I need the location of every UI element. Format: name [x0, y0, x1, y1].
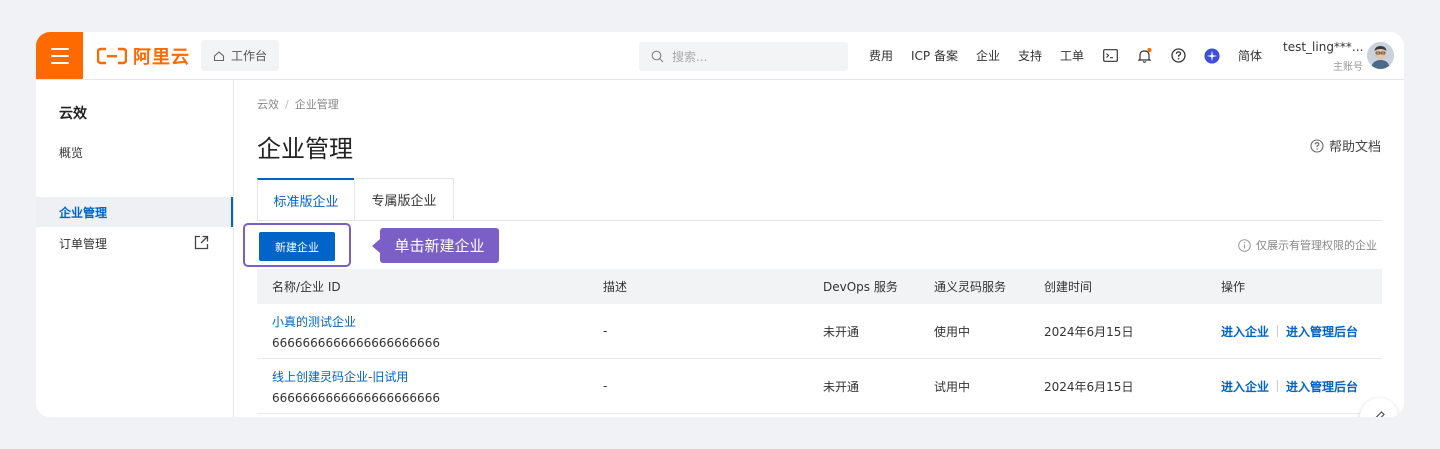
page-title: 企业管理	[257, 135, 353, 163]
enterprise-name-link[interactable]: 线上创建灵码企业-旧试用	[272, 368, 440, 385]
sidebar-title: 云效	[59, 106, 87, 122]
enter-enterprise-link[interactable]: 进入企业	[1221, 323, 1269, 340]
pen-icon	[1375, 411, 1385, 417]
cell-name: 小真的测试企业 6666666666666666666666	[272, 304, 440, 358]
enter-enterprise-link[interactable]: 进入企业	[1221, 378, 1269, 395]
cell-actions: 进入企业 进入管理后台	[1221, 359, 1358, 413]
table-row: 线上创建灵码企业-旧试用 6666666666666666666666 - 未开…	[257, 359, 1382, 414]
sidebar: 云效 概览 企业管理 订单管理	[36, 80, 234, 417]
tab-dedicated-enterprise[interactable]: 专属版企业	[354, 178, 454, 219]
cell-devops: 未开通	[823, 324, 860, 339]
tab-label: 标准版企业	[273, 194, 339, 210]
cell-created-time: 2024年6月15日	[1044, 324, 1134, 339]
avatar[interactable]	[1367, 42, 1394, 69]
table-row: 小真的测试企业 6666666666666666666666 - 未开通 使用中…	[257, 304, 1382, 359]
tab-standard-enterprise[interactable]: 标准版企业	[257, 178, 355, 220]
column-header-actions: 操作	[1221, 280, 1246, 294]
enterprise-name-link[interactable]: 小真的测试企业	[272, 313, 440, 330]
column-header-devops: DevOps 服务	[823, 280, 898, 294]
breadcrumb-item-yunxiao[interactable]: 云效	[257, 98, 279, 111]
enter-admin-console-link[interactable]: 进入管理后台	[1286, 378, 1358, 395]
search-input[interactable]	[670, 48, 824, 65]
nav-link-billing[interactable]: 费用	[869, 47, 893, 64]
column-header-description: 描述	[603, 280, 628, 294]
enterprise-id: 6666666666666666666666	[272, 335, 440, 350]
search-box[interactable]	[639, 42, 848, 71]
info-icon	[1238, 238, 1251, 252]
app-icon[interactable]	[1204, 47, 1220, 64]
user-info[interactable]: test_ling***... 主账号	[1283, 40, 1363, 73]
sidebar-item-order-management[interactable]: 订单管理	[36, 228, 233, 258]
cell-name: 线上创建灵码企业-旧试用 6666666666666666666666	[272, 359, 440, 413]
help-docs-link[interactable]: 帮助文档	[1310, 136, 1381, 155]
new-enterprise-button[interactable]: 新建企业	[259, 232, 335, 261]
sidebar-item-enterprise-management[interactable]: 企业管理	[36, 197, 233, 227]
terminal-icon[interactable]	[1102, 48, 1118, 64]
column-header-lingma: 通义灵码服务	[934, 280, 1007, 294]
cell-lingma: 试用中	[934, 379, 971, 394]
tab-bar: 标准版企业 专属版企业	[257, 178, 1382, 221]
nav-link-support[interactable]: 支持	[1018, 47, 1042, 64]
top-nav-links: 费用 ICP 备案 企业 支持 工单 简体	[869, 32, 1280, 79]
enter-admin-console-link[interactable]: 进入管理后台	[1286, 323, 1358, 340]
action-divider	[1277, 380, 1279, 392]
workbench-label: 工作台	[230, 49, 267, 63]
new-enterprise-highlight: 新建企业	[243, 223, 351, 267]
home-icon	[213, 50, 225, 61]
aliyun-logo[interactable]: 阿里云	[97, 44, 190, 68]
nav-link-icp[interactable]: ICP 备案	[911, 47, 958, 64]
logo-text: 阿里云	[133, 47, 190, 68]
help-docs-label: 帮助文档	[1329, 140, 1382, 155]
column-header-name: 名称/企业 ID	[272, 280, 341, 294]
instruction-callout: 单击新建企业	[372, 228, 499, 263]
cell-created-time: 2024年6月15日	[1044, 379, 1134, 394]
table-header: 名称/企业 ID 描述 DevOps 服务 通义灵码服务 创建时间 操作	[257, 269, 1382, 304]
sidebar-item-label: 订单管理	[59, 236, 108, 251]
nav-link-enterprise[interactable]: 企业	[976, 47, 1000, 64]
tab-label: 专属版企业	[371, 193, 437, 209]
menu-icon[interactable]	[36, 32, 83, 79]
cell-devops: 未开通	[823, 379, 860, 394]
sidebar-item-label: 企业管理	[59, 205, 108, 220]
help-circle-icon	[1310, 138, 1324, 153]
nav-link-ticket[interactable]: 工单	[1060, 47, 1084, 64]
permission-hint: 仅展示有管理权限的企业	[1238, 237, 1377, 253]
aliyun-logo-icon	[97, 47, 127, 65]
action-divider	[1277, 325, 1279, 337]
cell-lingma: 使用中	[934, 324, 971, 339]
cell-description: -	[603, 379, 608, 393]
enterprise-id: 6666666666666666666666	[272, 390, 440, 405]
user-role: 主账号	[1333, 62, 1363, 73]
workbench-button[interactable]: 工作台	[201, 40, 279, 71]
help-circle-icon[interactable]	[1170, 48, 1186, 64]
sidebar-item-overview[interactable]: 概览	[36, 137, 233, 167]
enterprise-table: 名称/企业 ID 描述 DevOps 服务 通义灵码服务 创建时间 操作 小真的…	[257, 269, 1382, 414]
external-link-icon	[194, 235, 209, 250]
cell-actions: 进入企业 进入管理后台	[1221, 304, 1358, 358]
column-header-created-time: 创建时间	[1044, 280, 1093, 294]
breadcrumb-separator: /	[285, 98, 289, 111]
search-icon	[651, 50, 664, 63]
top-navigation-bar: 阿里云 工作台 费用 ICP 备案 企业 支持 工单	[36, 32, 1404, 80]
sidebar-item-label: 概览	[59, 145, 84, 160]
console-window: 阿里云 工作台 费用 ICP 备案 企业 支持 工单	[36, 32, 1404, 417]
breadcrumb: 云效 / 企业管理	[257, 96, 339, 112]
language-switch[interactable]: 简体	[1238, 47, 1262, 64]
user-name: test_ling***...	[1283, 40, 1364, 54]
permission-hint-text: 仅展示有管理权限的企业	[1256, 239, 1377, 252]
breadcrumb-item-current: 企业管理	[294, 98, 339, 111]
cell-description: -	[603, 324, 608, 338]
bell-icon[interactable]	[1136, 47, 1152, 64]
